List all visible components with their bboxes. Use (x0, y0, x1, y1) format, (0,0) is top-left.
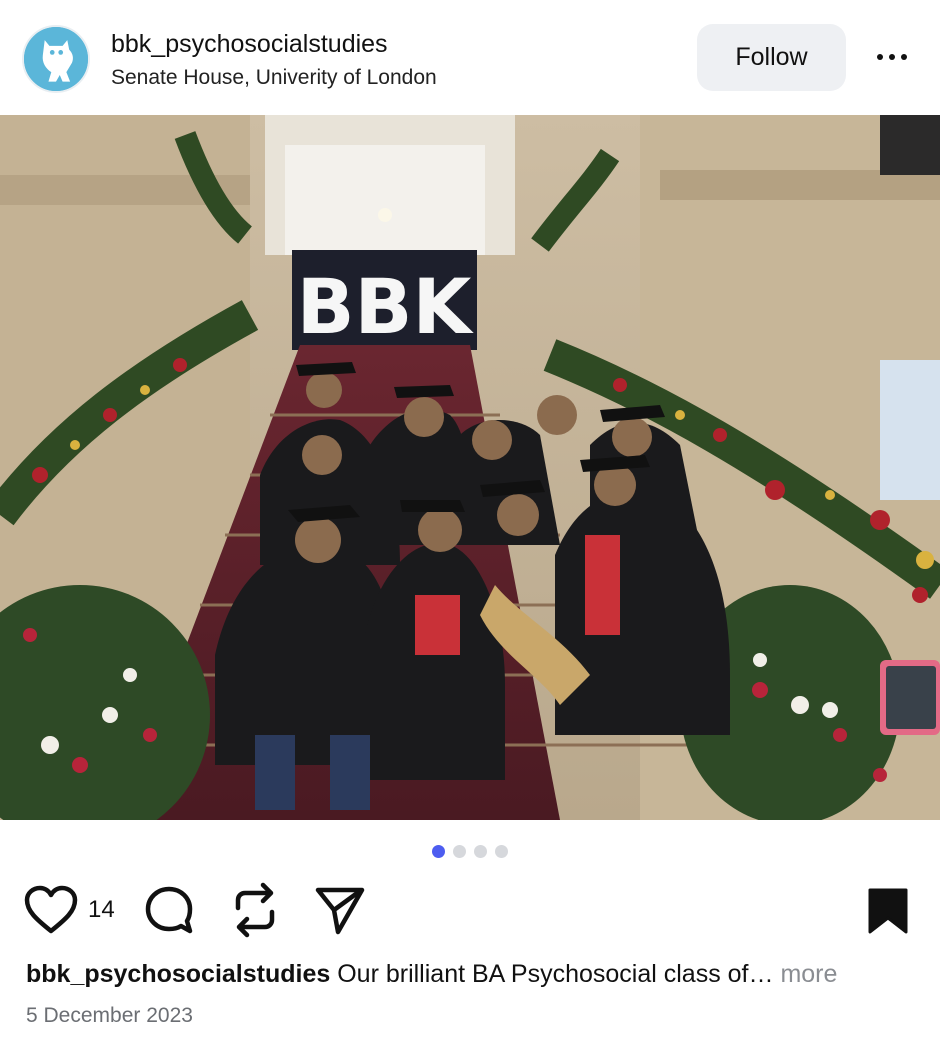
avatar-logo-icon (24, 27, 88, 91)
post-username[interactable]: bbk_psychosocialstudies (111, 30, 388, 59)
bbk-sign: BBK (297, 262, 475, 351)
post-image[interactable]: BBK (0, 115, 940, 820)
caption-text: Our brilliant BA Psychosocial class of… (330, 960, 781, 988)
carousel-dot-2[interactable] (453, 845, 466, 858)
profile-avatar[interactable] (22, 25, 90, 93)
post-caption: bbk_psychosocialstudies Our brilliant BA… (26, 960, 916, 989)
post-header: bbk_psychosocialstudies Senate House, Un… (0, 0, 940, 115)
caption-more-link[interactable]: more (780, 960, 837, 988)
carousel-dot-4[interactable] (495, 845, 508, 858)
share-icon[interactable] (314, 880, 366, 940)
carousel-indicator (0, 845, 940, 859)
follow-button[interactable]: Follow (697, 24, 846, 91)
repost-icon[interactable] (230, 880, 280, 940)
more-icon[interactable] (868, 40, 916, 74)
post-location[interactable]: Senate House, Univerity of London (111, 66, 437, 90)
like-count[interactable]: 14 (88, 896, 115, 924)
carousel-dot-3[interactable] (474, 845, 487, 858)
comment-icon[interactable] (144, 880, 194, 940)
post-date: 5 December 2023 (26, 1004, 193, 1027)
caption-username[interactable]: bbk_psychosocialstudies (26, 960, 330, 988)
action-bar (0, 880, 940, 940)
heart-icon[interactable] (24, 880, 78, 940)
bookmark-icon[interactable] (866, 880, 910, 940)
carousel-dot-1[interactable] (432, 845, 445, 858)
